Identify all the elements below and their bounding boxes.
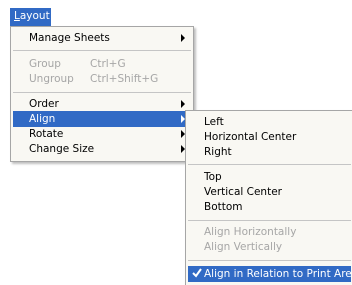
menu-item-group[interactable]: Group Ctrl+G	[13, 56, 191, 72]
menu-item-label: Top	[204, 171, 222, 183]
menu-item-label: Right	[204, 146, 232, 158]
menu-item-rotate[interactable]: Rotate	[13, 126, 191, 142]
menu-item-align-vertical-center[interactable]: Vertical Center	[188, 184, 351, 200]
menu-item-align[interactable]: Align	[13, 111, 191, 127]
layout-dropdown-menu: Manage Sheets Group Ctrl+G Ungroup Ctrl+…	[10, 26, 194, 162]
menu-item-align-left[interactable]: Left	[188, 114, 351, 130]
menu-item-label: Group	[29, 58, 61, 70]
menu-item-label: Change Size	[29, 143, 95, 155]
menu-item-label: Align Horizontally	[204, 226, 297, 238]
menu-item-label: Align Vertically	[204, 241, 283, 253]
menu-separator	[13, 50, 191, 51]
align-submenu: Left Horizontal Center Right Top Vertica…	[185, 110, 352, 285]
menu-item-align-horizontally[interactable]: Align Horizontally	[188, 224, 351, 240]
submenu-arrow-icon	[181, 100, 185, 108]
menu-item-shortcut: Ctrl+G	[90, 58, 126, 70]
menu-item-label: Manage Sheets	[29, 32, 110, 44]
menu-item-change-size[interactable]: Change Size	[13, 141, 191, 157]
menu-item-label: Order	[29, 98, 59, 110]
menu-item-order[interactable]: Order	[13, 96, 191, 112]
menu-item-ungroup[interactable]: Ungroup Ctrl+Shift+G	[13, 71, 191, 87]
menu-item-align-top[interactable]: Top	[188, 169, 351, 185]
menu-item-label: Align	[29, 113, 56, 125]
menu-item-label: Horizontal Center	[204, 131, 297, 143]
menu-item-label: Bottom	[204, 201, 243, 213]
menu-separator	[188, 220, 351, 221]
checkmark-icon	[192, 268, 202, 278]
menu-item-manage-sheets[interactable]: Manage Sheets	[13, 30, 191, 46]
menu-item-align-right[interactable]: Right	[188, 144, 351, 160]
menu-item-align-horizontal-center[interactable]: Horizontal Center	[188, 129, 351, 145]
submenu-arrow-icon	[181, 34, 185, 42]
menu-layout-label: Layout	[14, 10, 50, 22]
menu-item-align-relation-print-area[interactable]: Align in Relation to Print Area	[188, 266, 352, 282]
menu-layout[interactable]: Layout	[10, 8, 51, 26]
menu-layout-label-rest: ayout	[19, 10, 50, 22]
menu-item-label: Left	[204, 116, 224, 128]
menu-separator	[188, 164, 351, 165]
menu-item-align-bottom[interactable]: Bottom	[188, 199, 351, 215]
menu-separator	[188, 260, 351, 261]
menu-item-align-vertically[interactable]: Align Vertically	[188, 239, 351, 255]
menu-item-shortcut: Ctrl+Shift+G	[90, 73, 159, 85]
menu-item-label: Vertical Center	[204, 186, 282, 198]
menu-item-label: Ungroup	[29, 73, 74, 85]
menu-item-label: Align in Relation to Print Area	[204, 268, 352, 280]
menu-item-label: Rotate	[29, 128, 64, 140]
menu-separator	[13, 92, 191, 93]
